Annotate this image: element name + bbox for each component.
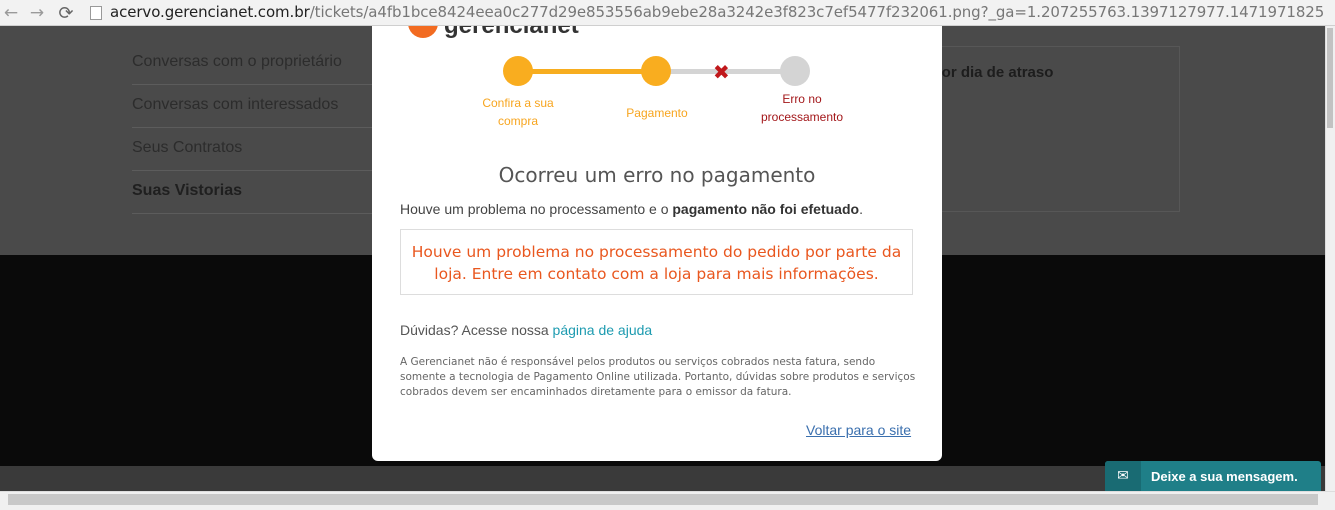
step-confirm-dot: [503, 56, 533, 86]
description-suffix: .: [859, 201, 863, 217]
help-prefix: Dúvidas? Acesse nossa: [400, 322, 553, 338]
step-confirm-label: Confira a sua compra: [482, 96, 554, 128]
logo-text: gerencianet: [444, 26, 579, 38]
forward-arrow-icon[interactable]: →: [26, 2, 48, 24]
url-host: acervo.gerencianet.com.br: [110, 3, 310, 21]
gerencianet-logo: gerencianet: [408, 26, 579, 38]
page-icon: [90, 6, 102, 20]
help-line: Dúvidas? Acesse nossa página de ajuda: [400, 322, 652, 338]
step-error-dot: [780, 56, 810, 86]
menu-item-contracts[interactable]: Seus Contratos: [132, 128, 392, 171]
account-menu: Conversas com o proprietário Conversas c…: [132, 42, 392, 214]
help-page-link[interactable]: página de ajuda: [553, 322, 653, 338]
step-payment-dot: [641, 56, 671, 86]
modal-title: Ocorreu um erro no pagamento: [498, 163, 816, 187]
vertical-scroll-thumb[interactable]: [1327, 28, 1333, 128]
step-error-label: Erro no processamento: [760, 92, 844, 124]
description-prefix: Houve um problema no processamento e o: [400, 201, 673, 217]
envelope-icon: ✉: [1105, 461, 1141, 491]
step-payment-label: Pagamento: [626, 106, 688, 120]
browser-toolbar: ← → ⟳ acervo.gerencianet.com.br/tickets/…: [0, 0, 1335, 26]
menu-item-inspections[interactable]: Suas Vistorias: [132, 171, 392, 214]
chat-widget-label: Deixe a sua mensagem.: [1151, 468, 1298, 484]
disclaimer-text: A Gerencianet não é responsável pelos pr…: [400, 356, 916, 398]
menu-item-owner-conversations[interactable]: Conversas com o proprietário: [132, 42, 392, 85]
chat-widget-button[interactable]: ✉ Deixe a sua mensagem.: [1105, 461, 1321, 491]
description-bold: pagamento não foi efetuado: [672, 201, 860, 217]
error-description: Houve um problema no processamento e o p…: [400, 201, 863, 217]
url-path: /tickets/a4fb1bce8424eea0c277d29e853556a…: [309, 3, 1325, 21]
horizontal-scroll-thumb[interactable]: [8, 494, 1318, 505]
menu-item-interested-conversations[interactable]: Conversas com interessados: [132, 85, 392, 128]
error-x-icon: ✖: [713, 60, 730, 84]
back-arrow-icon[interactable]: ←: [0, 2, 22, 24]
address-bar[interactable]: acervo.gerencianet.com.br/tickets/a4fb1b…: [110, 3, 1324, 21]
error-message-box: Houve um problema no processamento do pe…: [400, 229, 913, 295]
logo-mark-icon: [408, 26, 438, 38]
reload-icon[interactable]: ⟳: [55, 2, 77, 24]
payment-error-modal: gerencianet ✖ Confira a sua compra Pagam…: [372, 26, 942, 461]
back-to-site-link[interactable]: Voltar para o site: [806, 422, 911, 438]
progress-track-completed: [518, 69, 656, 74]
